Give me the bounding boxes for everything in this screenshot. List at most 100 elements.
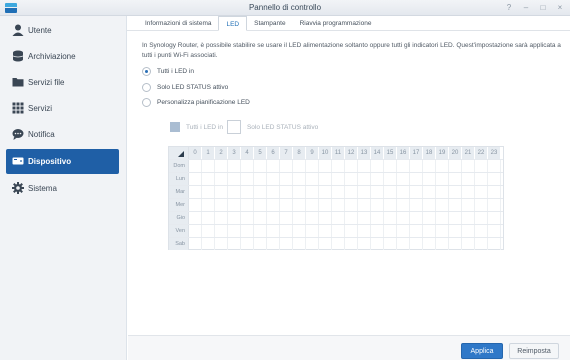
schedule-cell[interactable] [280,160,293,172]
schedule-cell[interactable] [215,238,228,250]
schedule-cell[interactable] [306,225,319,237]
schedule-cell[interactable] [319,173,332,185]
schedule-cell[interactable] [462,173,475,185]
hour-header[interactable]: 17 [410,147,423,159]
hour-header[interactable]: 21 [462,147,475,159]
schedule-cell[interactable] [319,238,332,250]
schedule-cell[interactable] [371,186,384,198]
schedule-cell[interactable] [241,186,254,198]
schedule-cell[interactable] [436,225,449,237]
sidebar-item-utente[interactable]: Utente [6,18,119,43]
schedule-cell[interactable] [488,238,501,250]
schedule-cell[interactable] [254,186,267,198]
schedule-cell[interactable] [293,173,306,185]
schedule-cell[interactable] [462,238,475,250]
schedule-cell[interactable] [332,238,345,250]
schedule-cell[interactable] [202,173,215,185]
schedule-cell[interactable] [436,212,449,224]
schedule-cell[interactable] [189,199,202,211]
schedule-cell[interactable] [215,160,228,172]
schedule-cell[interactable] [475,225,488,237]
schedule-cell[interactable] [358,225,371,237]
schedule-cell[interactable] [449,212,462,224]
schedule-cell[interactable] [332,199,345,211]
schedule-cell[interactable] [371,199,384,211]
schedule-cell[interactable] [254,173,267,185]
schedule-cell[interactable] [384,212,397,224]
hour-header[interactable]: 22 [475,147,488,159]
schedule-cell[interactable] [384,199,397,211]
schedule-cell[interactable] [293,160,306,172]
schedule-cell[interactable] [319,225,332,237]
schedule-cell[interactable] [228,225,241,237]
schedule-cell[interactable] [228,186,241,198]
schedule-cell[interactable] [462,212,475,224]
schedule-cell[interactable] [293,212,306,224]
schedule-cell[interactable] [332,186,345,198]
hour-header[interactable]: 18 [423,147,436,159]
schedule-cell[interactable] [358,199,371,211]
schedule-cell[interactable] [384,225,397,237]
schedule-cell[interactable] [332,173,345,185]
schedule-cell[interactable] [488,212,501,224]
schedule-cell[interactable] [384,186,397,198]
schedule-cell[interactable] [462,225,475,237]
hour-header[interactable]: 1 [202,147,215,159]
hour-header[interactable]: 7 [280,147,293,159]
schedule-cell[interactable] [189,160,202,172]
schedule-cell[interactable] [488,173,501,185]
schedule-cell[interactable] [423,186,436,198]
sidebar-item-dispositivo[interactable]: Dispositivo [6,149,119,174]
schedule-cell[interactable] [384,173,397,185]
apply-button[interactable]: Applica [461,343,503,359]
schedule-cell[interactable] [475,199,488,211]
schedule-cell[interactable] [436,173,449,185]
schedule-cell[interactable] [475,173,488,185]
select-all-corner-icon[interactable] [169,147,189,159]
schedule-cell[interactable] [202,199,215,211]
schedule-cell[interactable] [332,212,345,224]
schedule-cell[interactable] [449,186,462,198]
schedule-cell[interactable] [293,199,306,211]
schedule-cell[interactable] [449,225,462,237]
schedule-cell[interactable] [306,186,319,198]
schedule-cell[interactable] [228,199,241,211]
schedule-cell[interactable] [423,212,436,224]
hour-header[interactable]: 12 [345,147,358,159]
legend-all-led-swatch[interactable] [170,122,180,132]
schedule-cell[interactable] [332,225,345,237]
schedule-cell[interactable] [436,199,449,211]
schedule-cell[interactable] [410,160,423,172]
schedule-cell[interactable] [202,238,215,250]
schedule-cell[interactable] [449,238,462,250]
schedule-cell[interactable] [241,160,254,172]
schedule-cell[interactable] [202,186,215,198]
schedule-cell[interactable] [449,160,462,172]
hour-header[interactable]: 19 [436,147,449,159]
close-icon[interactable]: × [556,3,564,13]
schedule-cell[interactable] [462,199,475,211]
schedule-cell[interactable] [475,186,488,198]
radio-custom-schedule[interactable]: Personalizza pianificazione LED [142,98,250,107]
hour-header[interactable]: 4 [241,147,254,159]
schedule-cell[interactable] [280,173,293,185]
hour-header[interactable]: 9 [306,147,319,159]
schedule-cell[interactable] [410,225,423,237]
schedule-cell[interactable] [462,186,475,198]
hour-header[interactable]: 6 [267,147,280,159]
schedule-cell[interactable] [280,199,293,211]
tab-led[interactable]: LED [218,16,248,31]
schedule-cell[interactable] [319,212,332,224]
schedule-cell[interactable] [332,160,345,172]
schedule-cell[interactable] [358,186,371,198]
schedule-cell[interactable] [488,199,501,211]
schedule-cell[interactable] [267,173,280,185]
schedule-cell[interactable] [410,238,423,250]
schedule-cell[interactable] [306,173,319,185]
radio-unselected-icon[interactable] [142,83,151,92]
hour-header[interactable]: 20 [449,147,462,159]
schedule-cell[interactable] [189,238,202,250]
schedule-cell[interactable] [215,199,228,211]
hour-header[interactable]: 5 [254,147,267,159]
help-icon[interactable]: ? [505,3,513,13]
